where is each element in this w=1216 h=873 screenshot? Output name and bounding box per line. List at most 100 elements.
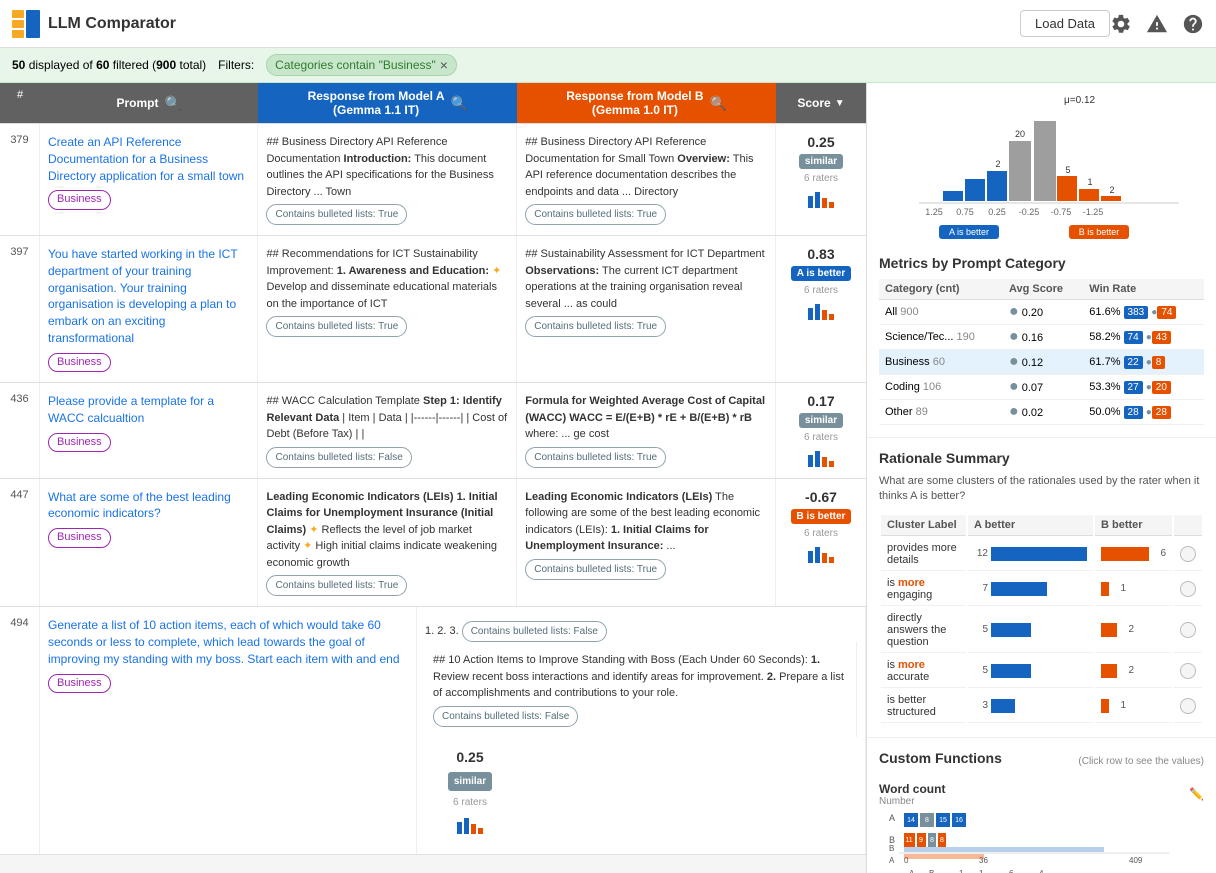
row-category: Business <box>48 674 111 693</box>
row-score: 0.83 A is better 6 raters <box>776 236 866 382</box>
svg-text:1: 1 <box>1087 177 1092 187</box>
metrics-category: Other 89 <box>879 400 1003 425</box>
rationale-col-cluster: Cluster Label <box>881 515 966 536</box>
metrics-row[interactable]: Science/Tec... 190 ● 0.16 58.2% 74 ●43 <box>879 325 1204 350</box>
filter-chip[interactable]: Categories contain "Business" × <box>266 54 457 76</box>
app-logo: LLM Comparator <box>12 10 1020 38</box>
svg-text:B: B <box>889 844 894 853</box>
metrics-table: Category (cnt) Avg Score Win Rate All 90… <box>879 279 1204 425</box>
rationale-label: is more engaging <box>881 573 966 606</box>
score-badge: similar <box>448 772 492 791</box>
rationale-a-bar: 12 <box>968 538 1093 571</box>
metrics-category: Science/Tec... 190 <box>879 325 1003 350</box>
row-prompt: You have started working in the ICT depa… <box>40 236 258 382</box>
table-row[interactable]: 436 Please provide a template for a WACC… <box>0 383 866 479</box>
table-row[interactable]: 447 What are some of the best leading ec… <box>0 479 866 608</box>
rationale-b-bar: 2 <box>1095 655 1172 688</box>
mini-bar-chart <box>806 188 836 208</box>
rationale-circle-btn[interactable] <box>1180 663 1196 679</box>
row-prompt: Create an API Reference Documentation fo… <box>40 124 258 235</box>
header-icons <box>1110 13 1204 35</box>
col-header-num: # <box>0 83 40 123</box>
score-badge: similar <box>799 154 843 169</box>
svg-text:A is better: A is better <box>949 227 989 237</box>
row-category: Business <box>48 433 111 452</box>
rationale-circle-btn[interactable] <box>1180 622 1196 638</box>
svg-text:14: 14 <box>907 817 915 824</box>
col-header-model-b: Response from Model B (Gemma 1.0 IT) 🔍 <box>517 83 776 123</box>
svg-text:2: 2 <box>995 159 1000 169</box>
alert-icon[interactable] <box>1146 13 1168 35</box>
rationale-label: is more accurate <box>881 655 966 688</box>
svg-text:409: 409 <box>1129 856 1143 865</box>
load-data-button[interactable]: Load Data <box>1020 10 1110 37</box>
svg-text:1: 1 <box>959 869 964 873</box>
metrics-row[interactable]: All 900 ● 0.20 61.6% 383 ●74 <box>879 300 1204 325</box>
rationale-circle-btn[interactable] <box>1180 546 1196 562</box>
row-num: 494 <box>0 607 40 854</box>
help-icon[interactable] <box>1182 13 1204 35</box>
svg-text:1.25: 1.25 <box>925 207 943 217</box>
svg-text:μ=0.12: μ=0.12 <box>1064 95 1096 106</box>
model-b-search-icon[interactable]: 🔍 <box>710 95 727 112</box>
cf-word-count[interactable]: Word count Number ✏️ A 14 8 <box>879 782 1204 873</box>
rationale-b-bar: 1 <box>1095 690 1172 723</box>
svg-text:-0.75: -0.75 <box>1051 207 1072 217</box>
cf-subtitle: (Click row to see the values) <box>1078 756 1204 767</box>
mini-bar-chart <box>806 543 836 563</box>
mini-bar-chart <box>806 300 836 320</box>
logo-icon <box>12 10 40 38</box>
row-response-a-contains: Contains bulleted lists: False <box>462 621 607 642</box>
metrics-category: All 900 <box>879 300 1003 325</box>
mini-bar-chart <box>806 447 836 467</box>
rationale-circle-btn[interactable] <box>1180 698 1196 714</box>
row-score: 0.17 similar 6 raters <box>776 383 866 478</box>
row-response-b: ## 10 Action Items to Improve Standing w… <box>425 642 857 737</box>
svg-text:5: 5 <box>1065 165 1070 175</box>
col-header-model-a: Response from Model A (Gemma 1.1 IT) 🔍 <box>258 83 517 123</box>
metrics-row[interactable]: Business 60 ● 0.12 61.7% 22 ●8 <box>879 350 1204 375</box>
rationale-title: Rationale Summary <box>879 450 1204 466</box>
raters-text: 6 raters <box>804 432 838 443</box>
row-prompt: Please provide a template for a WACC cal… <box>40 383 258 478</box>
svg-text:15: 15 <box>939 817 947 824</box>
row-response-a: ## Recommendations for ICT Sustainabilit… <box>258 236 517 382</box>
row-category: Business <box>48 353 111 372</box>
filter-chip-remove[interactable]: × <box>440 57 448 73</box>
svg-text:A: A <box>889 813 895 823</box>
svg-text:8: 8 <box>940 837 944 844</box>
row-score: 0.25 similar 6 raters <box>776 124 866 235</box>
prompt-search-icon[interactable]: 🔍 <box>164 95 181 112</box>
table-row[interactable]: 397 You have started working in the ICT … <box>0 236 866 383</box>
table-row[interactable]: 379 Create an API Reference Documentatio… <box>0 124 866 236</box>
metrics-winrate: 61.6% 383 ●74 <box>1083 300 1204 325</box>
mini-bar-chart <box>455 814 485 834</box>
rationale-col-b: B better <box>1095 515 1172 536</box>
rationale-circle-btn[interactable] <box>1180 581 1196 597</box>
metrics-avg: ● 0.20 <box>1003 300 1083 325</box>
row-response-b-contains: Contains bulleted lists: False <box>433 706 578 727</box>
score-value: 0.17 <box>807 393 834 409</box>
cf-word-count-type: Number <box>879 796 945 807</box>
rationale-b-bar: 6 <box>1095 538 1172 571</box>
filter-count: 50 displayed of 60 filtered (900 total) <box>12 58 206 72</box>
filters-label: Filters: <box>218 58 254 72</box>
rationale-section: Rationale Summary What are some clusters… <box>867 438 1216 738</box>
metrics-row[interactable]: Coding 106 ● 0.07 53.3% 27 ●20 <box>879 375 1204 400</box>
metrics-avg: ● 0.02 <box>1003 400 1083 425</box>
table-row[interactable]: 494 Generate a list of 10 action items, … <box>0 607 866 855</box>
cf-word-count-edit[interactable]: ✏️ <box>1189 787 1204 801</box>
rationale-row: is better structured 3 1 <box>881 690 1202 723</box>
row-response-b: Formula for Weighted Average Cost of Cap… <box>517 383 776 478</box>
row-response-b-contains: Contains bulleted lists: True <box>525 316 666 337</box>
metrics-avg: ● 0.07 <box>1003 375 1083 400</box>
settings-icon[interactable] <box>1110 13 1132 35</box>
row-response-a-contains: Contains bulleted lists: True <box>266 204 407 225</box>
svg-text:0.75: 0.75 <box>956 207 974 217</box>
rationale-b-bar: 1 <box>1095 573 1172 606</box>
svg-text:2: 2 <box>1109 185 1114 195</box>
row-prompt: Generate a list of 10 action items, each… <box>40 607 417 854</box>
row-score: -0.67 B is better 6 raters <box>776 479 866 607</box>
model-a-search-icon[interactable]: 🔍 <box>451 95 468 112</box>
metrics-row[interactable]: Other 89 ● 0.02 50.0% 28 ●28 <box>879 400 1204 425</box>
